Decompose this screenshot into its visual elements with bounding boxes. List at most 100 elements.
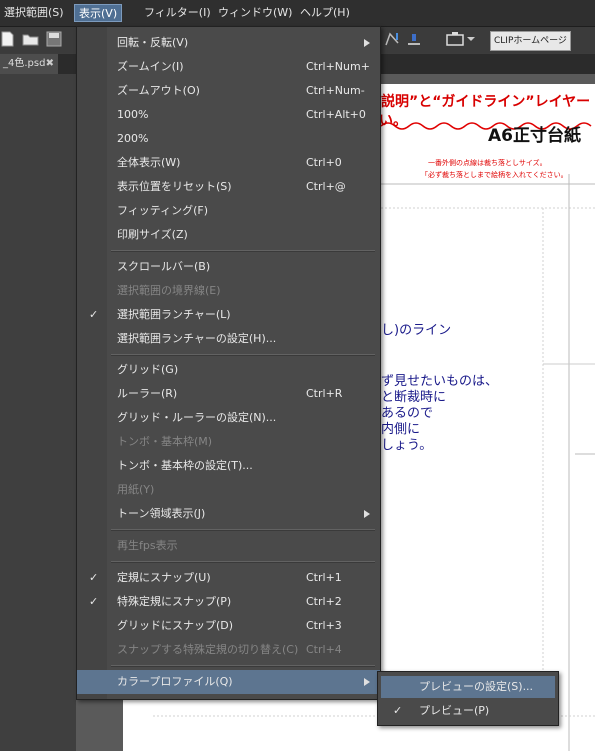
menu-item-shortcut: Ctrl+Alt+0 bbox=[306, 108, 366, 121]
submenu-item-preview-settings[interactable]: プレビューの設定(S)... bbox=[381, 676, 555, 698]
menu-item-shortcut: Ctrl+Num- bbox=[306, 84, 365, 97]
menu-item-switch-special-ruler: スナップする特殊定規の切り替え(C) Ctrl+4 bbox=[77, 638, 380, 662]
menu-item-label: ルーラー(R) bbox=[117, 387, 178, 400]
color-profile-submenu: プレビューの設定(S)... ✓ プレビュー(P) bbox=[377, 671, 559, 726]
menu-item-snap-grid[interactable]: グリッドにスナップ(D) Ctrl+3 bbox=[77, 614, 380, 638]
canvas-body-text-6: しょう。 bbox=[381, 438, 433, 453]
menu-item-label: グリッド・ルーラーの設定(N)... bbox=[117, 411, 277, 424]
menu-item-label: 200% bbox=[117, 132, 149, 145]
menu-item-label: スクロールバー(B) bbox=[117, 260, 211, 273]
menu-item-label: 100% bbox=[117, 108, 149, 121]
menu-item-grid[interactable]: グリッド(G) bbox=[77, 358, 380, 382]
menu-item-label: スナップする特殊定規の切り替え(C) bbox=[117, 643, 299, 656]
menu-item-ruler[interactable]: ルーラー(R) Ctrl+R bbox=[77, 382, 380, 406]
menu-item-tone-area[interactable]: トーン領域表示(J) bbox=[77, 502, 380, 526]
menu-item-snap-special-ruler[interactable]: ✓ 特殊定規にスナップ(P) Ctrl+2 bbox=[77, 590, 380, 614]
menu-item-paper: 用紙(Y) bbox=[77, 478, 380, 502]
menu-item-label: 全体表示(W) bbox=[117, 156, 181, 169]
menu-item-label: グリッドにスナップ(D) bbox=[117, 619, 234, 632]
menu-window[interactable]: ウィンドウ(W) bbox=[214, 4, 296, 22]
check-icon: ✓ bbox=[89, 571, 99, 584]
menu-filter[interactable]: フィルター(I) bbox=[140, 4, 215, 22]
menu-item-label: グリッド(G) bbox=[117, 363, 179, 376]
menu-separator bbox=[111, 561, 375, 563]
close-icon[interactable]: ✖ bbox=[46, 54, 54, 74]
menu-help[interactable]: ヘルプ(H) bbox=[296, 4, 354, 22]
menu-item-label: プレビューの設定(S)... bbox=[419, 680, 534, 693]
menu-item-label: 選択範囲ランチャー(L) bbox=[117, 308, 231, 321]
menu-item-label: カラープロファイル(Q) bbox=[117, 675, 233, 688]
menu-item-label: 用紙(Y) bbox=[117, 483, 155, 496]
check-icon: ✓ bbox=[89, 308, 99, 321]
menu-select[interactable]: 選択範囲(S) bbox=[0, 4, 68, 22]
menu-item-zoom-200[interactable]: 200% bbox=[77, 127, 380, 151]
menu-item-crop-marks-settings[interactable]: トンボ・基本枠の設定(T)... bbox=[77, 454, 380, 478]
menu-item-crop-marks: トンボ・基本枠(M) bbox=[77, 430, 380, 454]
menu-item-selection-border: 選択範囲の境界線(E) bbox=[77, 279, 380, 303]
menu-item-fps-display: 再生fps表示 bbox=[77, 534, 380, 558]
menu-item-fit-all[interactable]: 全体表示(W) Ctrl+0 bbox=[77, 151, 380, 175]
left-panel bbox=[0, 74, 76, 751]
menu-item-label: ズームイン(I) bbox=[117, 60, 184, 73]
menu-item-label: ズームアウト(O) bbox=[117, 84, 200, 97]
menu-item-label: トーン領域表示(J) bbox=[117, 507, 206, 520]
menu-item-label: 特殊定規にスナップ(P) bbox=[117, 595, 232, 608]
menu-item-zoom-out[interactable]: ズームアウト(O) Ctrl+Num- bbox=[77, 79, 380, 103]
menu-item-zoom-100[interactable]: 100% Ctrl+Alt+0 bbox=[77, 103, 380, 127]
menu-item-reset-position[interactable]: 表示位置をリセット(S) Ctrl+@ bbox=[77, 175, 380, 199]
menu-separator bbox=[111, 665, 375, 667]
canvas-note-2: 「必ず裁ち落としまで絵柄を入れてください。 bbox=[421, 171, 568, 179]
menu-item-selection-launcher[interactable]: ✓ 選択範囲ランチャー(L) bbox=[77, 303, 380, 327]
check-icon: ✓ bbox=[89, 595, 99, 608]
menu-item-rotate-flip[interactable]: 回転・反転(V) bbox=[77, 31, 380, 55]
frame-icon[interactable] bbox=[446, 31, 464, 47]
menu-item-color-profile[interactable]: カラープロファイル(Q) bbox=[77, 670, 380, 694]
submenu-arrow-icon bbox=[364, 678, 370, 686]
save-icon[interactable] bbox=[46, 31, 62, 47]
menu-item-shortcut: Ctrl+0 bbox=[306, 156, 342, 169]
submenu-arrow-icon bbox=[364, 39, 370, 47]
menu-view[interactable]: 表示(V) bbox=[74, 4, 123, 22]
submenu-item-preview[interactable]: ✓ プレビュー(P) bbox=[381, 700, 555, 722]
menu-separator bbox=[111, 354, 375, 356]
submenu-arrow-icon bbox=[364, 510, 370, 518]
new-file-icon[interactable] bbox=[0, 31, 16, 47]
menu-item-fitting[interactable]: フィッティング(F) bbox=[77, 199, 380, 223]
check-icon: ✓ bbox=[393, 704, 403, 717]
menu-item-grid-ruler-settings[interactable]: グリッド・ルーラーの設定(N)... bbox=[77, 406, 380, 430]
menu-item-zoom-in[interactable]: ズームイン(I) Ctrl+Num+ bbox=[77, 55, 380, 79]
shape-tool-icon[interactable] bbox=[384, 31, 400, 47]
menu-item-label: 表示位置をリセット(S) bbox=[117, 180, 232, 193]
menu-item-label: 選択範囲の境界線(E) bbox=[117, 284, 221, 297]
menu-item-label: 印刷サイズ(Z) bbox=[117, 228, 188, 241]
menu-item-shortcut: Ctrl+1 bbox=[306, 571, 342, 584]
canvas-warning-text-2: い。 bbox=[379, 113, 407, 129]
canvas-warning-text: 説明”と“ガイドライン”レイヤー bbox=[381, 94, 591, 110]
menu-item-selection-launcher-settings[interactable]: 選択範囲ランチャーの設定(H)... bbox=[77, 327, 380, 351]
menu-separator bbox=[111, 250, 375, 252]
menu-item-print-size[interactable]: 印刷サイズ(Z) bbox=[77, 223, 380, 247]
document-tab-label: _4色.psd bbox=[3, 58, 46, 69]
menu-item-label: トンボ・基本枠(M) bbox=[117, 435, 213, 448]
menu-bar: 選択範囲(S) 表示(V) フィルター(I) ウィンドウ(W) ヘルプ(H) bbox=[0, 0, 595, 27]
document-tab[interactable]: _4色.psd ✖ bbox=[0, 54, 58, 74]
open-folder-icon[interactable] bbox=[22, 31, 39, 47]
clip-homepage-button[interactable]: CLIPホームページ bbox=[490, 31, 571, 51]
menu-item-shortcut: Ctrl+R bbox=[306, 387, 343, 400]
menu-item-scrollbar[interactable]: スクロールバー(B) bbox=[77, 255, 380, 279]
view-menu-dropdown: 回転・反転(V) ズームイン(I) Ctrl+Num+ ズームアウト(O) Ct… bbox=[76, 26, 381, 700]
chevron-down-icon[interactable] bbox=[466, 31, 482, 47]
menu-item-label: 再生fps表示 bbox=[117, 539, 178, 552]
menu-item-label: プレビュー(P) bbox=[419, 704, 490, 717]
menu-separator bbox=[111, 529, 375, 531]
canvas-title: A6正寸台紙 bbox=[488, 126, 581, 146]
canvas-note-1: 一番外側の点線は裁ち落としサイズ。 bbox=[428, 159, 547, 167]
menu-item-snap-ruler[interactable]: ✓ 定規にスナップ(U) Ctrl+1 bbox=[77, 566, 380, 590]
menu-item-label: トンボ・基本枠の設定(T)... bbox=[117, 459, 253, 472]
menu-item-label: 回転・反転(V) bbox=[117, 36, 189, 49]
pen-tool-icon[interactable] bbox=[406, 31, 422, 47]
canvas-body-text-1: し)のライン bbox=[381, 323, 452, 338]
menu-item-shortcut: Ctrl+4 bbox=[306, 643, 342, 656]
menu-item-shortcut: Ctrl+Num+ bbox=[306, 60, 370, 73]
menu-item-label: 選択範囲ランチャーの設定(H)... bbox=[117, 332, 277, 345]
